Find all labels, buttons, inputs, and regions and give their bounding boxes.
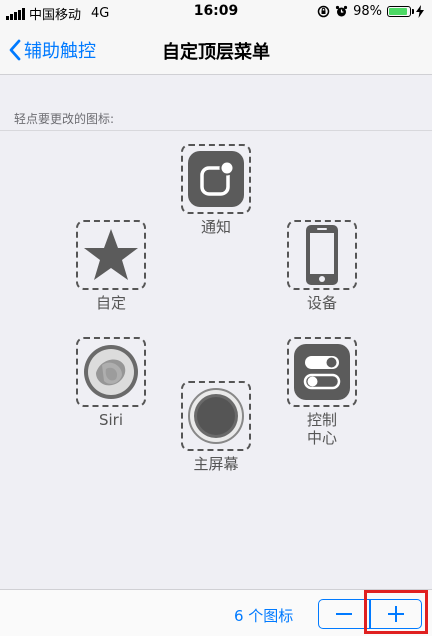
icon-frame <box>76 220 146 290</box>
alarm-icon <box>335 5 348 17</box>
minus-icon <box>336 613 353 615</box>
status-bar: 中国移动 4G 16:09 98% <box>0 0 432 26</box>
icon-label-home: 主屏幕 <box>193 455 239 473</box>
icon-label-custom: 自定 <box>95 294 126 312</box>
icon-slot-notifications[interactable]: 通知 <box>179 144 253 237</box>
plus-icon <box>387 606 404 622</box>
home-button-icon <box>188 388 244 444</box>
siri-icon <box>84 345 138 399</box>
phone-icon <box>306 225 338 285</box>
icon-slot-home[interactable]: 主屏幕 <box>179 381 253 474</box>
section-hint: 轻点要更改的图标: <box>14 112 115 126</box>
icon-slot-siri[interactable]: Siri <box>74 337 148 430</box>
status-right: 98% <box>317 4 424 19</box>
icon-arrangement-area: 通知 自定 设备 Siri 控制 中心 主屏幕 <box>0 131 432 589</box>
battery-icon <box>387 6 414 17</box>
star-icon <box>84 229 138 280</box>
rotation-lock-icon <box>317 5 330 18</box>
increase-button[interactable] <box>371 600 421 628</box>
icon-frame <box>287 220 357 290</box>
icon-frame <box>181 144 251 214</box>
icon-frame <box>181 381 251 451</box>
icon-label-notifications: 通知 <box>200 218 231 236</box>
battery-percent: 98% <box>353 4 382 19</box>
icon-label-device: 设备 <box>306 294 337 312</box>
icon-count-label: 6 个图标 <box>234 607 294 625</box>
icon-slot-custom[interactable]: 自定 <box>74 220 148 313</box>
navigation-bar: 辅助触控 自定顶层菜单 <box>0 26 432 75</box>
icon-frame <box>287 337 357 407</box>
icon-label-control-center: 控制 中心 <box>306 411 337 447</box>
icon-slot-device[interactable]: 设备 <box>285 220 359 313</box>
notification-icon <box>188 151 244 207</box>
bottom-bar: 6 个图标 <box>0 589 432 636</box>
toggle-icon <box>294 344 350 400</box>
icon-count-stepper <box>318 599 422 629</box>
icon-slot-control-center[interactable]: 控制 中心 <box>285 337 359 447</box>
icon-label-siri: Siri <box>98 411 124 429</box>
charging-icon <box>416 5 424 18</box>
decrease-button[interactable] <box>319 600 369 628</box>
icon-frame <box>76 337 146 407</box>
page-title: 自定顶层菜单 <box>162 42 270 63</box>
